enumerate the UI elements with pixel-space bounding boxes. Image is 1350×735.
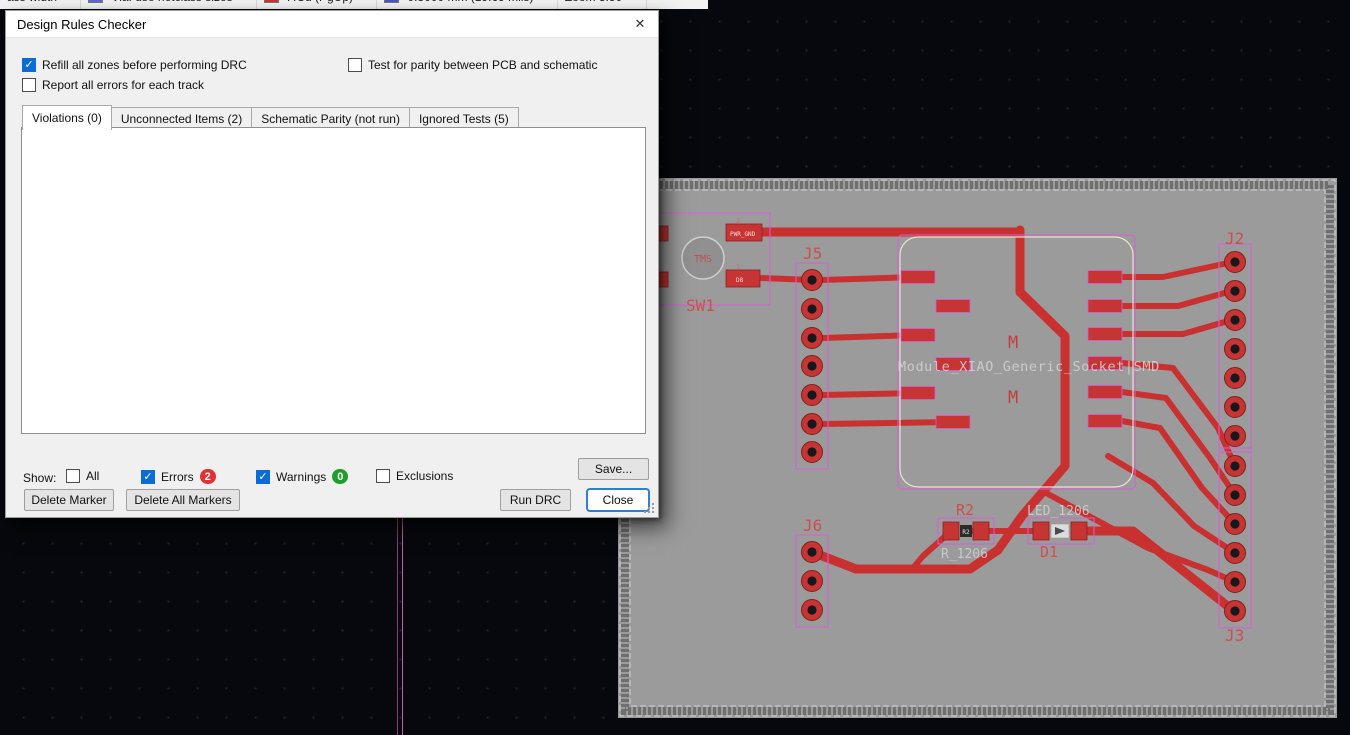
errors-count-badge: 2 — [199, 469, 216, 484]
layer-value: F.Cu (PgUp) — [287, 0, 353, 4]
grid-swatch-icon — [384, 0, 400, 3]
close-button[interactable]: Close — [586, 488, 650, 512]
chevron-down-icon: ⌄ — [630, 0, 638, 2]
delete-all-markers-button[interactable]: Delete All Markers — [126, 489, 240, 511]
sw1-pad1-net: D8 — [736, 277, 744, 284]
j3-ref-label: J3 — [1225, 626, 1244, 645]
chevron-down-icon: ⌄ — [241, 0, 249, 2]
layer-swatch-icon — [263, 0, 279, 3]
layer-dropdown[interactable]: F.Cu (PgUp) ⌄ — [257, 0, 378, 9]
checkbox-label: Errors — [161, 469, 194, 484]
guide-line-right — [402, 508, 403, 735]
filter-warnings-checkbox[interactable]: Warnings 0 — [256, 469, 349, 484]
filter-all-checkbox[interactable]: All — [66, 469, 99, 483]
chevron-down-icon: ⌄ — [361, 0, 369, 2]
checkbox-box — [66, 469, 80, 483]
checkbox-box — [22, 78, 36, 92]
top-toolbar: ass width ⌄ Via: use netclass sizes ⌄ F.… — [0, 0, 708, 9]
pcb-board[interactable]: 2 PWR_GND 1 D8 TMS R2 J5 J6 J2 J3 SW1 R2… — [618, 178, 1337, 718]
zoom-dropdown[interactable]: Zoom 3.50 ⌄ — [558, 0, 647, 9]
d1-fab-label: LED_1206 — [1027, 504, 1090, 519]
via-size-dropdown[interactable]: Via: use netclass sizes ⌄ — [81, 0, 257, 9]
checkbox-label: Warnings — [276, 469, 327, 484]
checkbox-box — [141, 469, 155, 484]
chevron-down-icon: ⌄ — [541, 0, 549, 2]
checkbox-label: Report all errors for each track — [42, 78, 205, 92]
r2-fab-label: R_1206 — [941, 547, 988, 562]
track-width-value: ass width — [7, 0, 57, 4]
report-all-errors-checkbox[interactable]: Report all errors for each track — [22, 78, 204, 92]
module-m-top-label: M — [1008, 333, 1018, 353]
checkbox-label: Exclusions — [396, 469, 454, 483]
warnings-count-badge: 0 — [332, 469, 349, 484]
resize-grip[interactable] — [652, 511, 654, 513]
show-label: Show: — [23, 471, 57, 485]
checkbox-label: Refill all zones before performing DRC — [42, 58, 247, 72]
j2-ref-label: J2 — [1225, 229, 1244, 248]
run-drc-button[interactable]: Run DRC — [500, 489, 571, 511]
grid-size-dropdown[interactable]: 0.3000 mm (19.69 mils) ⌄ — [377, 0, 558, 9]
grid-size-value: 0.3000 mm (19.69 mils) — [407, 0, 533, 4]
via-swatch-icon — [88, 0, 104, 3]
r2-ref-label: R2 — [956, 501, 974, 519]
checkbox-label: Test for parity between PCB and schemati… — [368, 58, 598, 72]
checkbox-box — [256, 469, 270, 484]
r2-body-label: R2 — [962, 529, 970, 536]
save-button[interactable]: Save... — [578, 458, 649, 480]
sw1-pad2-number: 2 — [736, 217, 740, 225]
filter-exclusions-checkbox[interactable]: Exclusions — [376, 469, 453, 483]
j6-ref-label: J6 — [803, 516, 822, 535]
refill-zones-checkbox[interactable]: Refill all zones before performing DRC — [22, 58, 247, 72]
guide-line-left — [397, 508, 398, 735]
schematic-parity-checkbox[interactable]: Test for parity between PCB and schemati… — [348, 58, 597, 72]
j5-ref-label: J5 — [803, 244, 822, 263]
filter-errors-checkbox[interactable]: Errors 2 — [141, 469, 216, 484]
track-width-dropdown[interactable]: ass width ⌄ — [0, 0, 82, 9]
drc-dialog: Design Rules Checker ✕ Refill all zones … — [5, 10, 659, 518]
sw1-pad1-number: 1 — [736, 263, 740, 271]
sw1-pad2-net: PWR_GND — [730, 231, 756, 238]
pcb-editor-window: 2 PWR_GND 1 D8 TMS R2 J5 J6 J2 J3 SW1 R2… — [0, 0, 1350, 735]
module-fab-name: Module_XIAO_Generic_Socket|SMD — [898, 359, 1160, 375]
close-icon[interactable]: ✕ — [622, 11, 658, 37]
via-size-value: Via: use netclass sizes — [111, 0, 232, 4]
checkbox-box — [348, 58, 362, 72]
sw1-ref-label: SW1 — [686, 296, 715, 315]
d1-ref-label: D1 — [1040, 543, 1058, 561]
checkbox-box — [22, 58, 36, 72]
tab-violations[interactable]: Violations (0) — [22, 105, 112, 130]
violations-list[interactable] — [21, 127, 646, 434]
sw1-tms-label: TMS — [694, 254, 712, 265]
chevron-down-icon: ⌄ — [65, 0, 73, 2]
delete-marker-button[interactable]: Delete Marker — [24, 489, 114, 511]
module-m-bottom-label: M — [1008, 388, 1018, 408]
zoom-value: Zoom 3.50 — [565, 0, 622, 4]
dialog-title: Design Rules Checker — [17, 16, 147, 32]
drc-dialog-titlebar[interactable]: Design Rules Checker ✕ — [6, 11, 658, 38]
checkbox-label: All — [86, 469, 100, 483]
checkbox-box — [376, 469, 390, 483]
